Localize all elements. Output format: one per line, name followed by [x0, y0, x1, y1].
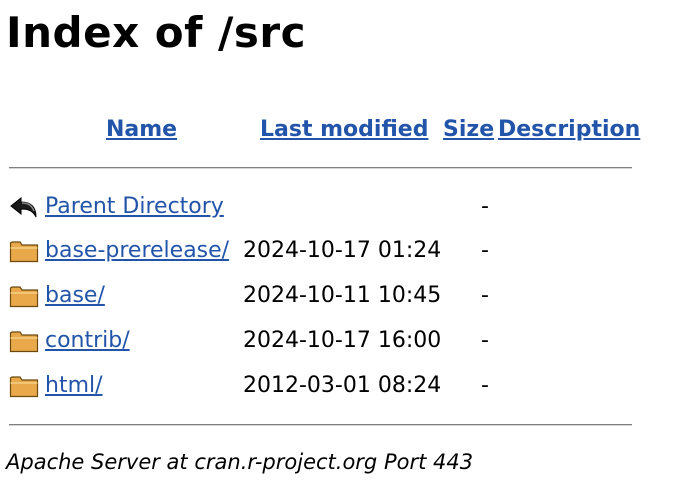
column-header-last-modified[interactable]: Last modified [260, 116, 428, 144]
folder-icon [9, 283, 39, 309]
table-row: html/ 2012-03-01 08:24 - [0, 366, 678, 406]
top-divider [9, 167, 632, 169]
back-icon [9, 194, 39, 220]
last-modified-value: 2024-10-11 10:45 [243, 283, 442, 308]
file-link-base[interactable]: base/ [45, 276, 105, 316]
file-link-html[interactable]: html/ [45, 366, 103, 406]
server-signature: Apache Server at cran.r-project.org Port… [6, 450, 474, 474]
page-title: Index of /src [6, 8, 306, 57]
folder-icon [9, 373, 39, 399]
folder-icon [9, 238, 39, 264]
last-modified-value: 2012-03-01 08:24 [243, 373, 442, 398]
bottom-divider [9, 424, 632, 426]
last-modified-value: 2024-10-17 16:00 [243, 328, 442, 353]
directory-listing-page: Index of /src Name Last modified Size De… [0, 0, 678, 501]
file-link-contrib[interactable]: contrib/ [45, 321, 130, 361]
column-header-name[interactable]: Name [106, 116, 177, 144]
table-row: base-prerelease/ 2024-10-17 01:24 - [0, 231, 678, 271]
table-row: Parent Directory - [0, 187, 678, 227]
size-value: - [481, 373, 489, 398]
last-modified-value: 2024-10-17 01:24 [243, 238, 442, 263]
size-value: - [481, 328, 489, 353]
size-value: - [481, 238, 489, 263]
folder-icon [9, 328, 39, 354]
file-link-base-prerelease[interactable]: base-prerelease/ [45, 231, 229, 271]
file-link-parent-directory[interactable]: Parent Directory [45, 187, 224, 227]
table-row: base/ 2024-10-11 10:45 - [0, 276, 678, 316]
size-value: - [481, 194, 489, 219]
column-header-size[interactable]: Size [443, 116, 494, 144]
column-header-description[interactable]: Description [498, 116, 640, 144]
table-row: contrib/ 2024-10-17 16:00 - [0, 321, 678, 361]
size-value: - [481, 283, 489, 308]
